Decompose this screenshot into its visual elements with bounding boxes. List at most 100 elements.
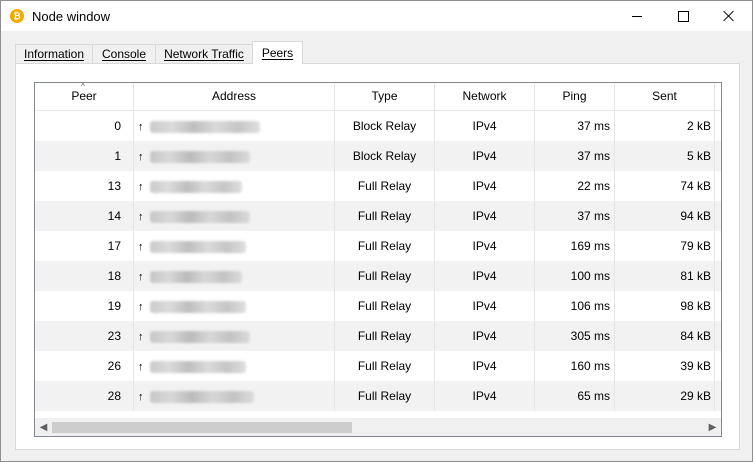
ping-cell: 37 ms	[535, 201, 615, 231]
address-cell: ↑	[134, 381, 335, 411]
redacted-address	[150, 390, 254, 403]
tab-peers-label: Peers	[261, 46, 294, 60]
scroll-left-icon[interactable]: ◀	[35, 419, 52, 436]
network-cell: IPv4	[435, 351, 535, 381]
title-bar[interactable]: ₿ Node window	[1, 1, 752, 31]
peer-id-cell: 17	[35, 231, 134, 261]
type-cell: Full Relay	[335, 171, 435, 201]
ping-cell: 65 ms	[535, 381, 615, 411]
peer-id-cell: 23	[35, 321, 134, 351]
address-cell: ↑	[134, 261, 335, 291]
sent-cell: 2 kB	[615, 111, 715, 141]
outbound-arrow-icon: ↑	[138, 301, 144, 313]
column-header-peer[interactable]: ^ Peer	[35, 83, 134, 110]
type-cell: Full Relay	[335, 201, 435, 231]
column-header-network[interactable]: Network	[435, 83, 535, 110]
column-header-ping-label: Ping	[562, 89, 587, 103]
network-cell: IPv4	[435, 321, 535, 351]
type-cell: Full Relay	[335, 231, 435, 261]
ping-cell: 169 ms	[535, 231, 615, 261]
sent-cell: 29 kB	[615, 381, 715, 411]
address-cell: ↑	[134, 351, 335, 381]
column-header-address[interactable]: Address	[134, 83, 335, 110]
table-row[interactable]: 28 ↑ Full Relay IPv4 65 ms 29 kB	[35, 381, 721, 411]
node-window: ₿ Node window Information Console Networ…	[0, 0, 753, 462]
tab-network-traffic[interactable]: Network Traffic	[155, 44, 253, 64]
ping-cell: 160 ms	[535, 351, 615, 381]
table-row[interactable]: 18 ↑ Full Relay IPv4 100 ms 81 kB	[35, 261, 721, 291]
redacted-address	[150, 150, 250, 163]
minimize-button[interactable]	[614, 1, 660, 31]
close-button[interactable]	[706, 1, 752, 31]
network-cell: IPv4	[435, 201, 535, 231]
scrollbar-thumb[interactable]	[52, 422, 352, 433]
network-cell: IPv4	[435, 261, 535, 291]
network-cell: IPv4	[435, 141, 535, 171]
peer-id-cell: 26	[35, 351, 134, 381]
tab-peers[interactable]: Peers	[252, 41, 303, 64]
table-row[interactable]: 26 ↑ Full Relay IPv4 160 ms 39 kB	[35, 351, 721, 381]
tab-information-label: Information	[23, 47, 85, 61]
scroll-right-icon[interactable]: ▶	[704, 419, 721, 436]
outbound-arrow-icon: ↑	[138, 241, 144, 253]
peers-table[interactable]: ^ Peer Address Type Network Ping Sent 0 …	[34, 82, 722, 437]
column-header-network-label: Network	[462, 89, 507, 103]
column-header-sent[interactable]: Sent	[615, 83, 715, 110]
sent-cell: 98 kB	[615, 291, 715, 321]
table-row[interactable]: 0 ↑ Block Relay IPv4 37 ms 2 kB	[35, 111, 721, 141]
type-cell: Full Relay	[335, 351, 435, 381]
network-cell: IPv4	[435, 111, 535, 141]
redacted-address	[150, 210, 250, 223]
column-header-type[interactable]: Type	[335, 83, 435, 110]
network-cell: IPv4	[435, 291, 535, 321]
table-row[interactable]: 19 ↑ Full Relay IPv4 106 ms 98 kB	[35, 291, 721, 321]
maximize-icon	[677, 10, 689, 22]
table-row[interactable]: 23 ↑ Full Relay IPv4 305 ms 84 kB	[35, 321, 721, 351]
sent-cell: 84 kB	[615, 321, 715, 351]
tab-network-traffic-label: Network Traffic	[164, 47, 244, 61]
type-cell: Full Relay	[335, 321, 435, 351]
column-header-address-label: Address	[211, 89, 257, 103]
minimize-icon	[632, 15, 642, 17]
sent-cell: 81 kB	[615, 261, 715, 291]
table-row[interactable]: 13 ↑ Full Relay IPv4 22 ms 74 kB	[35, 171, 721, 201]
table-row[interactable]: 1 ↑ Block Relay IPv4 37 ms 5 kB	[35, 141, 721, 171]
type-cell: Full Relay	[335, 261, 435, 291]
bitcoin-icon: ₿	[10, 9, 24, 23]
address-cell: ↑	[134, 111, 335, 141]
horizontal-scrollbar[interactable]: ◀ ▶	[35, 418, 721, 436]
outbound-arrow-icon: ↑	[138, 211, 144, 223]
address-cell: ↑	[134, 291, 335, 321]
table-row[interactable]: 17 ↑ Full Relay IPv4 169 ms 79 kB	[35, 231, 721, 261]
column-header-peer-label: Peer	[71, 89, 97, 103]
outbound-arrow-icon: ↑	[138, 361, 144, 373]
table-row[interactable]: 14 ↑ Full Relay IPv4 37 ms 94 kB	[35, 201, 721, 231]
ping-cell: 106 ms	[535, 291, 615, 321]
peer-id-cell: 18	[35, 261, 134, 291]
ping-cell: 37 ms	[535, 111, 615, 141]
ping-cell: 22 ms	[535, 171, 615, 201]
tab-information[interactable]: Information	[15, 44, 93, 64]
network-cell: IPv4	[435, 381, 535, 411]
peer-id-cell: 28	[35, 381, 134, 411]
ping-cell: 37 ms	[535, 141, 615, 171]
tab-console[interactable]: Console	[92, 44, 156, 64]
sent-cell: 79 kB	[615, 231, 715, 261]
type-cell: Full Relay	[335, 381, 435, 411]
address-cell: ↑	[134, 171, 335, 201]
redacted-address	[150, 180, 242, 193]
column-header-ping[interactable]: Ping	[535, 83, 615, 110]
network-cell: IPv4	[435, 171, 535, 201]
peer-id-cell: 14	[35, 201, 134, 231]
redacted-address	[150, 240, 246, 253]
ping-cell: 100 ms	[535, 261, 615, 291]
outbound-arrow-icon: ↑	[138, 121, 144, 133]
sent-cell: 74 kB	[615, 171, 715, 201]
sort-ascending-icon: ^	[81, 82, 85, 91]
network-cell: IPv4	[435, 231, 535, 261]
table-header: ^ Peer Address Type Network Ping Sent	[35, 83, 721, 111]
address-cell: ↑	[134, 141, 335, 171]
type-cell: Block Relay	[335, 111, 435, 141]
sent-cell: 5 kB	[615, 141, 715, 171]
maximize-button[interactable]	[660, 1, 706, 31]
